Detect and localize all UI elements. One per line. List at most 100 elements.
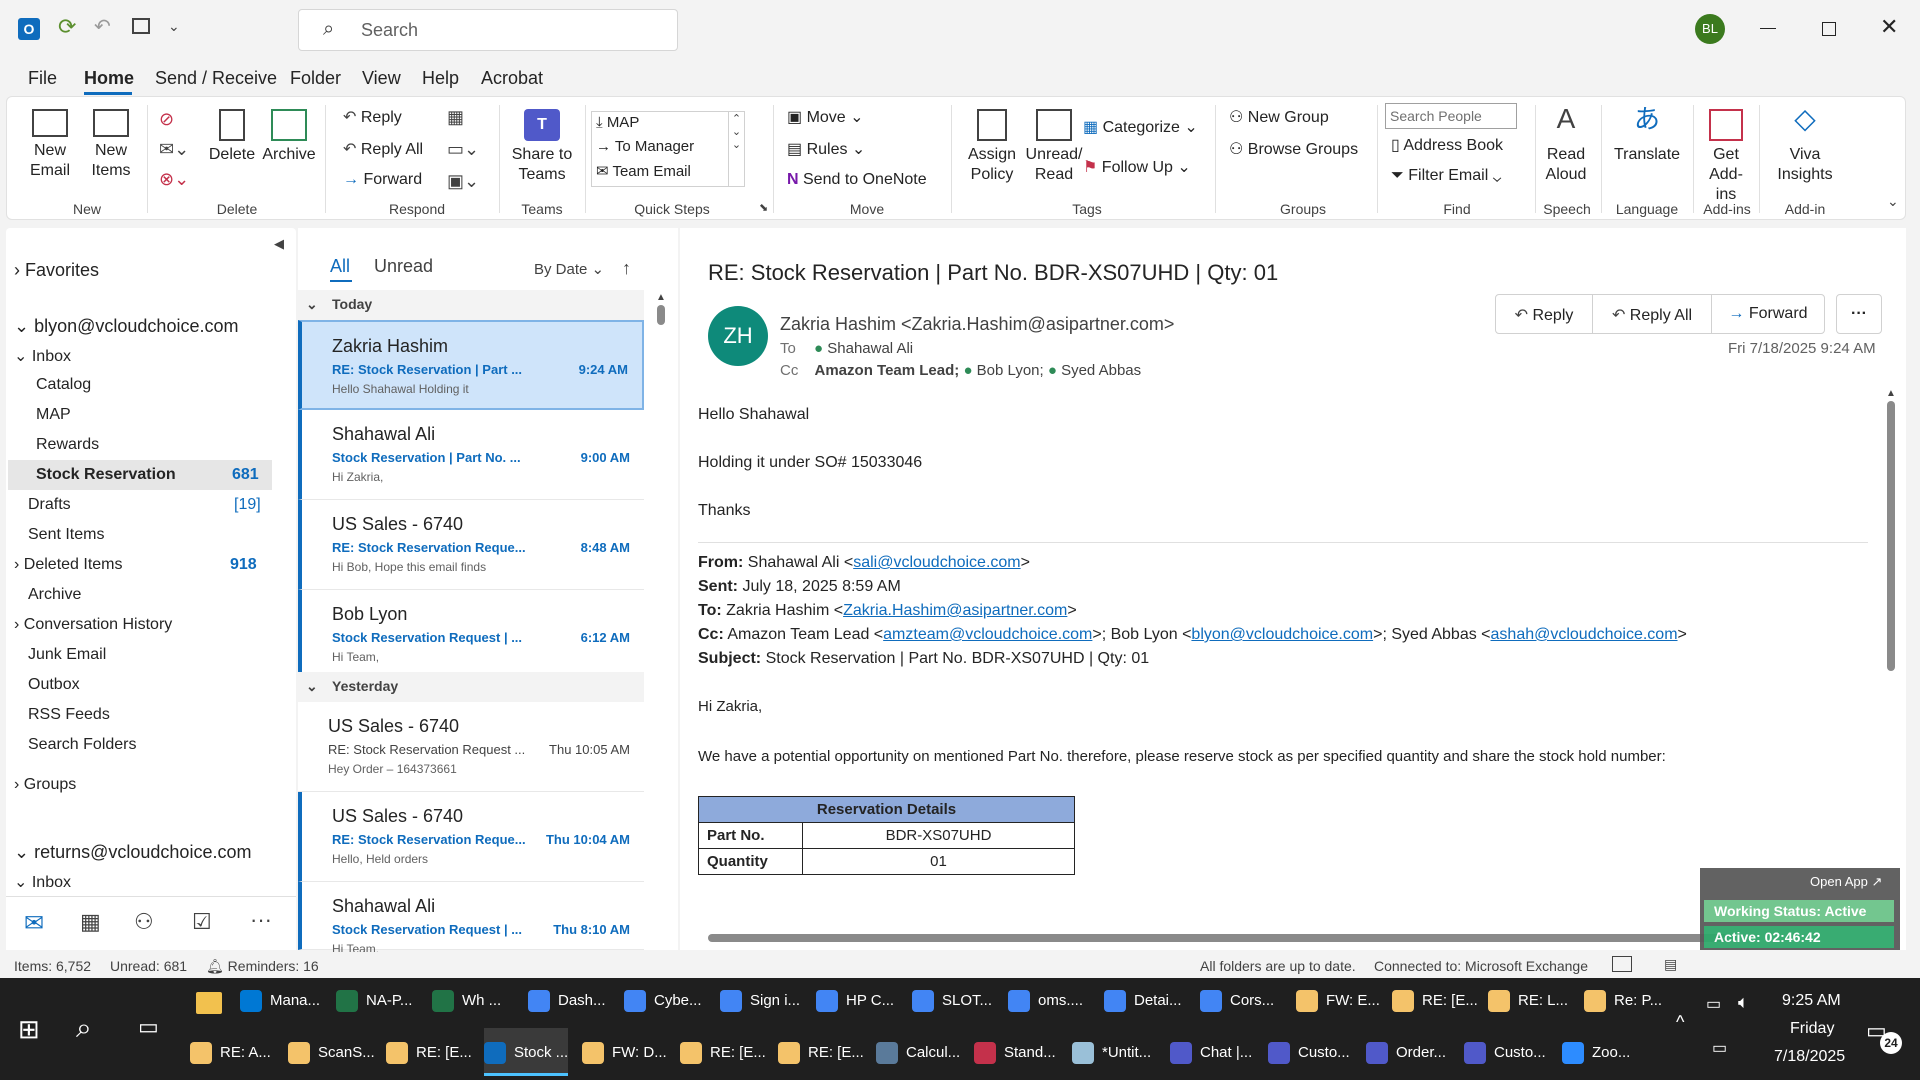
clock-time[interactable]: 9:25 AM xyxy=(1782,992,1841,1010)
window-icon[interactable] xyxy=(132,18,150,34)
taskbar-app[interactable]: Zoo... xyxy=(1562,1028,1630,1076)
favorites-node[interactable]: › Favorites xyxy=(14,260,99,281)
from-email-link[interactable]: sali@vcloudchoice.com xyxy=(853,554,1020,571)
account-returns[interactable]: ⌄ returns@vcloudchoice.com xyxy=(14,842,251,863)
list-item[interactable]: Shahawal Ali Stock Reservation | Part No… xyxy=(298,410,644,500)
categorize-button[interactable]: ▦ Categorize ⌄ xyxy=(1083,117,1198,137)
folder-search-folders[interactable]: Search Folders xyxy=(28,736,137,754)
scroll-thumb[interactable] xyxy=(708,934,1728,942)
send-to-onenote-button[interactable]: N Send to OneNote xyxy=(787,171,927,189)
taskbar-app[interactable]: RE: [E... xyxy=(778,1028,864,1076)
reply-all-button[interactable]: ↶ Reply All xyxy=(1592,294,1712,334)
taskbar-app[interactable]: Stock ... xyxy=(484,1028,569,1076)
tab-unread[interactable]: Unread xyxy=(374,256,433,277)
taskbar-app[interactable]: Calcul... xyxy=(876,1028,960,1076)
groups-node[interactable]: › Groups xyxy=(14,776,76,794)
rules-button[interactable]: ▤ Rules ⌄ xyxy=(787,139,865,159)
group-header-today[interactable]: ⌄ Today xyxy=(298,290,644,320)
share-to-teams-button[interactable]: T Share to Teams xyxy=(507,109,577,185)
quick-steps-scroll[interactable]: ⌃ ⌄ ⌄ xyxy=(728,112,744,186)
reply-all-button[interactable]: ↶ Reply All xyxy=(343,139,423,159)
get-addins-button[interactable]: Get Add-ins xyxy=(1699,109,1753,205)
ribbon-collapse-icon[interactable]: ⌄ xyxy=(1887,193,1899,210)
cleanup-icon[interactable]: ✉⌄ xyxy=(159,139,189,160)
address-book-button[interactable]: ▯ Address Book xyxy=(1391,135,1503,155)
reply-button[interactable]: ↶ Reply xyxy=(343,107,402,127)
sender-name[interactable]: Zakria Hashim <Zakria.Hashim@asipartner.… xyxy=(780,314,1174,335)
list-item[interactable]: US Sales - 6740 RE: Stock Reservation Re… xyxy=(298,500,644,590)
browse-groups-button[interactable]: ⚇ Browse Groups xyxy=(1229,139,1358,159)
list-item[interactable]: Zakria Hashim RE: Stock Reservation | Pa… xyxy=(298,320,644,410)
taskbar-app[interactable]: Detai... xyxy=(1104,976,1182,1024)
folder-outbox[interactable]: Outbox xyxy=(28,676,80,694)
task-view-icon[interactable]: ▭ xyxy=(138,1014,159,1040)
more-actions-button[interactable]: ··· xyxy=(1836,294,1882,334)
archive-button[interactable]: Archive xyxy=(261,109,317,165)
folder-stock-reservation[interactable]: Stock Reservation 681 xyxy=(8,460,272,490)
taskbar-app[interactable]: Stand... xyxy=(974,1028,1056,1076)
taskbar-app[interactable]: Cybe... xyxy=(624,976,702,1024)
group-header-yesterday[interactable]: ⌄ Yesterday xyxy=(298,672,644,702)
folder-map[interactable]: MAP xyxy=(36,406,71,424)
taskbar-app[interactable]: RE: L... xyxy=(1488,976,1568,1024)
to-email-link[interactable]: Zakria.Hashim@asipartner.com xyxy=(843,602,1067,619)
customize-toolbar-icon[interactable]: ⌄ xyxy=(168,18,180,35)
more-apps-icon[interactable]: ··· xyxy=(250,907,272,933)
taskbar-app[interactable]: Chat |... xyxy=(1170,1028,1252,1076)
folder-deleted-items[interactable]: › Deleted Items xyxy=(14,556,123,574)
taskbar-app[interactable]: oms.... xyxy=(1008,976,1083,1024)
mail-icon[interactable]: ✉ xyxy=(24,909,44,938)
read-aloud-button[interactable]: A Read Aloud xyxy=(1541,105,1591,185)
taskbar-app[interactable]: HP C... xyxy=(816,976,894,1024)
ignore-icon[interactable]: ⊘ xyxy=(159,109,174,130)
list-item[interactable]: Bob Lyon Stock Reservation Request | ...… xyxy=(298,590,644,680)
list-item[interactable]: US Sales - 6740 RE: Stock Reservation Re… xyxy=(298,702,644,792)
folder-rewards[interactable]: Rewards xyxy=(36,436,99,454)
battery-icon[interactable]: ▭ xyxy=(1706,994,1721,1014)
folder-conversation-history[interactable]: › Conversation History xyxy=(14,616,172,634)
collapse-pane-icon[interactable]: ◀ xyxy=(274,236,284,252)
assign-policy-button[interactable]: Assign Policy xyxy=(961,109,1023,185)
scroll-up-icon[interactable]: ▲ xyxy=(1884,388,1898,399)
search-people-input[interactable]: Search People xyxy=(1385,103,1517,129)
follow-up-button[interactable]: ⚑ Follow Up ⌄ xyxy=(1083,157,1191,177)
new-items-button[interactable]: New Items xyxy=(83,109,139,181)
sort-by-date-button[interactable]: By Date ⌄ xyxy=(534,260,604,278)
move-button[interactable]: ▣ Move ⌄ xyxy=(787,107,864,127)
show-hidden-icons[interactable]: ^ xyxy=(1676,1012,1684,1033)
folder-archive[interactable]: Archive xyxy=(28,586,81,604)
junk-icon[interactable]: ⊗⌄ xyxy=(159,169,189,190)
menu-home[interactable]: Home xyxy=(84,68,134,89)
im-icon[interactable]: ▭⌄ xyxy=(447,139,479,160)
folder-inbox-returns[interactable]: ⌄ Inbox xyxy=(14,872,71,892)
taskbar-app[interactable]: ScanS... xyxy=(288,1028,375,1076)
calendar-icon[interactable]: ▦ xyxy=(80,909,101,935)
account-blyon[interactable]: ⌄ blyon@vcloudchoice.com xyxy=(14,316,238,337)
scroll-thumb[interactable] xyxy=(657,305,665,325)
folder-junk-email[interactable]: Junk Email xyxy=(28,646,106,664)
folder-rss-feeds[interactable]: RSS Feeds xyxy=(28,706,110,724)
cc-email-link[interactable]: blyon@vcloudchoice.com xyxy=(1191,626,1373,643)
folder-inbox[interactable]: ⌄ Inbox xyxy=(14,346,71,366)
to-recipient[interactable]: Shahawal Ali xyxy=(827,340,913,357)
taskbar-app[interactable]: Order... xyxy=(1366,1028,1446,1076)
network-icon[interactable]: ▭ xyxy=(1712,1038,1727,1058)
scroll-thumb[interactable] xyxy=(1887,401,1895,671)
more-respond-icon[interactable]: ▣⌄ xyxy=(447,171,479,192)
unread-read-button[interactable]: Unread/ Read xyxy=(1025,109,1083,185)
taskbar-app[interactable]: Custo... xyxy=(1464,1028,1546,1076)
taskbar-app[interactable]: Re: P... xyxy=(1584,976,1662,1024)
cc-recipient[interactable]: Amazon Team Lead; xyxy=(815,362,960,379)
cc-email-link[interactable]: amzteam@vcloudchoice.com xyxy=(883,626,1092,643)
working-status-badge[interactable]: Working Status: Active xyxy=(1704,900,1894,922)
avatar[interactable]: BL xyxy=(1695,14,1725,44)
people-icon[interactable]: ⚇ xyxy=(134,909,154,935)
new-email-button[interactable]: New Email xyxy=(25,109,75,181)
search-taskbar-icon[interactable]: ⌕ xyxy=(76,1012,92,1045)
taskbar-app[interactable]: RE: [E... xyxy=(386,1028,472,1076)
taskbar-app[interactable]: NA-P... xyxy=(336,976,412,1024)
list-scrollbar[interactable]: ▲ xyxy=(654,292,668,942)
quick-step-map[interactable]: ⤓ MAP xyxy=(596,114,639,131)
taskbar-app[interactable]: Custo... xyxy=(1268,1028,1350,1076)
restore-icon[interactable] xyxy=(1822,22,1836,36)
